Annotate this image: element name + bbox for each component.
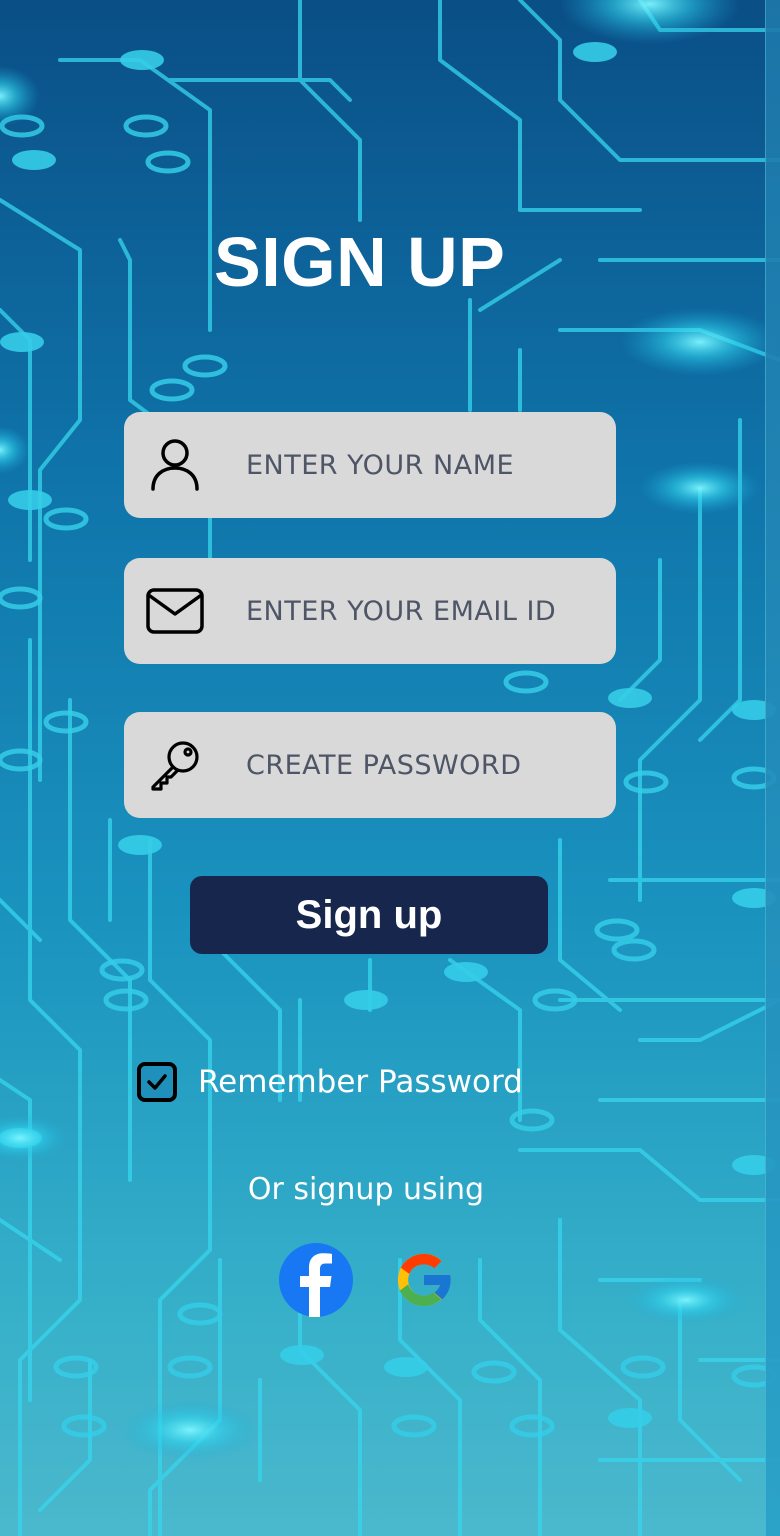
remember-checkbox[interactable] [137, 1062, 177, 1102]
remember-password[interactable]: Remember Password [137, 1058, 523, 1106]
password-input[interactable] [246, 712, 596, 818]
password-field[interactable] [124, 712, 616, 818]
signup-screen: SIGN UP Sign up [0, 0, 780, 1536]
scroll-edge [765, 0, 780, 1536]
email-field[interactable] [124, 558, 616, 664]
google-button[interactable] [390, 1246, 458, 1314]
facebook-button[interactable] [279, 1243, 353, 1317]
page-title: SIGN UP [214, 223, 506, 301]
email-input[interactable] [246, 558, 596, 664]
user-icon [144, 434, 206, 496]
remember-label[interactable]: Remember Password [198, 1064, 523, 1100]
name-input[interactable] [246, 412, 596, 518]
key-icon [144, 734, 206, 796]
signup-button[interactable]: Sign up [190, 876, 548, 954]
facebook-icon [279, 1243, 353, 1317]
social-prompt: Or signup using [247, 1172, 485, 1207]
name-field[interactable] [124, 412, 616, 518]
checkmark-icon [147, 1074, 167, 1090]
google-icon [397, 1253, 452, 1307]
mail-icon [144, 580, 206, 642]
